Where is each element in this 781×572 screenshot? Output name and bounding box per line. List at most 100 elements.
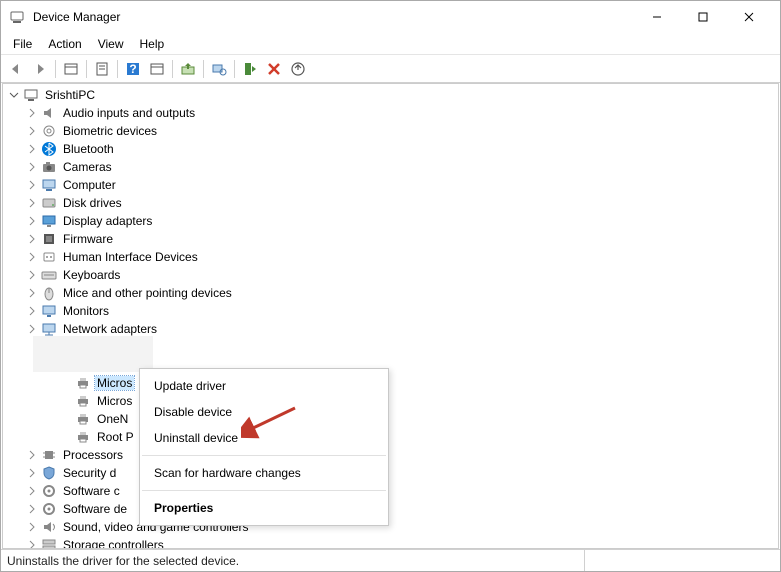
ctx-disable-device[interactable]: Disable device (140, 399, 388, 425)
tree-item-label: Root P (95, 430, 136, 444)
uninstall-button[interactable] (263, 58, 285, 80)
tree-item-label: Biometric devices (61, 124, 159, 138)
biometric-icon (41, 123, 57, 139)
tree-device[interactable]: Micros (3, 392, 778, 410)
svg-text:?: ? (129, 62, 136, 76)
tree-device[interactable]: Root P (3, 428, 778, 446)
printer-icon (75, 375, 91, 391)
chevron-right-icon[interactable] (25, 124, 39, 138)
chevron-right-icon[interactable] (25, 322, 39, 336)
disk-icon (41, 195, 57, 211)
chevron-right-icon[interactable] (25, 196, 39, 210)
chevron-right-icon[interactable] (25, 448, 39, 462)
chevron-right-icon[interactable] (25, 106, 39, 120)
tree-category[interactable]: Storage controllers (3, 536, 778, 549)
update-driver-button[interactable] (177, 58, 199, 80)
menubar: File Action View Help (1, 33, 780, 55)
tree-item-label: Display adapters (61, 214, 154, 228)
show-hidden-button[interactable] (60, 58, 82, 80)
tree-category[interactable]: Keyboards (3, 266, 778, 284)
chevron-right-icon[interactable] (25, 250, 39, 264)
tree-category[interactable]: Bluetooth (3, 140, 778, 158)
tree-item-label: Storage controllers (61, 538, 166, 549)
tree-root[interactable]: SrishtiPC (3, 86, 778, 104)
bluetooth-icon (41, 141, 57, 157)
chevron-right-icon[interactable] (25, 214, 39, 228)
tree-category[interactable]: Firmware (3, 230, 778, 248)
chevron-right-icon[interactable] (25, 286, 39, 300)
ctx-properties[interactable]: Properties (140, 495, 388, 521)
tree-item-label: Human Interface Devices (61, 250, 200, 264)
tree-category[interactable]: Processors (3, 446, 778, 464)
tree-category[interactable]: Cameras (3, 158, 778, 176)
forward-button[interactable] (29, 58, 51, 80)
tree-category[interactable]: Software de (3, 500, 778, 518)
ctx-uninstall-device[interactable]: Uninstall device (140, 425, 388, 451)
menu-action[interactable]: Action (40, 35, 89, 53)
tree-category[interactable]: Display adapters (3, 212, 778, 230)
keyboard-icon (41, 267, 57, 283)
toolbar-separator (86, 60, 87, 78)
chevron-right-icon[interactable] (25, 160, 39, 174)
maximize-button[interactable] (680, 1, 726, 33)
ctx-scan-hardware[interactable]: Scan for hardware changes (140, 460, 388, 486)
chevron-right-icon[interactable] (25, 520, 39, 534)
tree-category[interactable]: Sound, video and game controllers (3, 518, 778, 536)
tree-device[interactable]: OneN (3, 410, 778, 428)
redacted-region (33, 336, 153, 372)
tree-category[interactable]: Biometric devices (3, 122, 778, 140)
toolbar-separator (172, 60, 173, 78)
chevron-right-icon[interactable] (25, 466, 39, 480)
tree-category[interactable]: Mice and other pointing devices (3, 284, 778, 302)
chevron-right-icon[interactable] (25, 142, 39, 156)
tree-category[interactable]: Audio inputs and outputs (3, 104, 778, 122)
app-icon (9, 9, 25, 25)
chevron-right-icon[interactable] (25, 304, 39, 318)
toolbar-separator (55, 60, 56, 78)
tree-category[interactable]: Human Interface Devices (3, 248, 778, 266)
refresh-button[interactable] (146, 58, 168, 80)
tree-category[interactable]: Software c (3, 482, 778, 500)
tree-item-label: Software de (61, 502, 129, 516)
properties-button[interactable] (91, 58, 113, 80)
scan-hardware-button[interactable] (208, 58, 230, 80)
minimize-button[interactable] (634, 1, 680, 33)
chevron-right-icon[interactable] (25, 502, 39, 516)
chevron-right-icon[interactable] (25, 232, 39, 246)
titlebar: Device Manager (1, 1, 780, 33)
menu-file[interactable]: File (5, 35, 40, 53)
chevron-down-icon[interactable] (7, 88, 21, 102)
tree-category[interactable]: Disk drives (3, 194, 778, 212)
printer-icon (75, 429, 91, 445)
tree-category[interactable]: Computer (3, 176, 778, 194)
enable-device-button[interactable] (239, 58, 261, 80)
add-driver-button[interactable] (287, 58, 309, 80)
back-button[interactable] (5, 58, 27, 80)
chevron-right-icon[interactable] (25, 178, 39, 192)
tree-category[interactable]: Security d (3, 464, 778, 482)
software-icon (41, 501, 57, 517)
toolbar-separator (203, 60, 204, 78)
menu-view[interactable]: View (90, 35, 132, 53)
tree-category[interactable]: Monitors (3, 302, 778, 320)
tree-item-label: Keyboards (61, 268, 122, 282)
window-title: Device Manager (33, 10, 634, 24)
tree-item-label: Cameras (61, 160, 114, 174)
chevron-right-icon[interactable] (25, 268, 39, 282)
chevron-right-icon[interactable] (25, 484, 39, 498)
sound-icon (41, 519, 57, 535)
tree-item-label: Monitors (61, 304, 111, 318)
device-tree[interactable]: SrishtiPCAudio inputs and outputs Biometr… (2, 83, 779, 549)
tree-item-label: Network adapters (61, 322, 159, 336)
monitor-icon (41, 303, 57, 319)
help-button[interactable]: ? (122, 58, 144, 80)
tree-item-label: Disk drives (61, 196, 124, 210)
tree-device[interactable]: Micros (3, 374, 778, 392)
tree-item-label: Processors (61, 448, 125, 462)
tree-item-label: Bluetooth (61, 142, 116, 156)
menu-help[interactable]: Help (132, 35, 173, 53)
chevron-right-icon[interactable] (25, 538, 39, 549)
close-button[interactable] (726, 1, 772, 33)
ctx-update-driver[interactable]: Update driver (140, 373, 388, 399)
toolbar: ? (1, 55, 780, 83)
